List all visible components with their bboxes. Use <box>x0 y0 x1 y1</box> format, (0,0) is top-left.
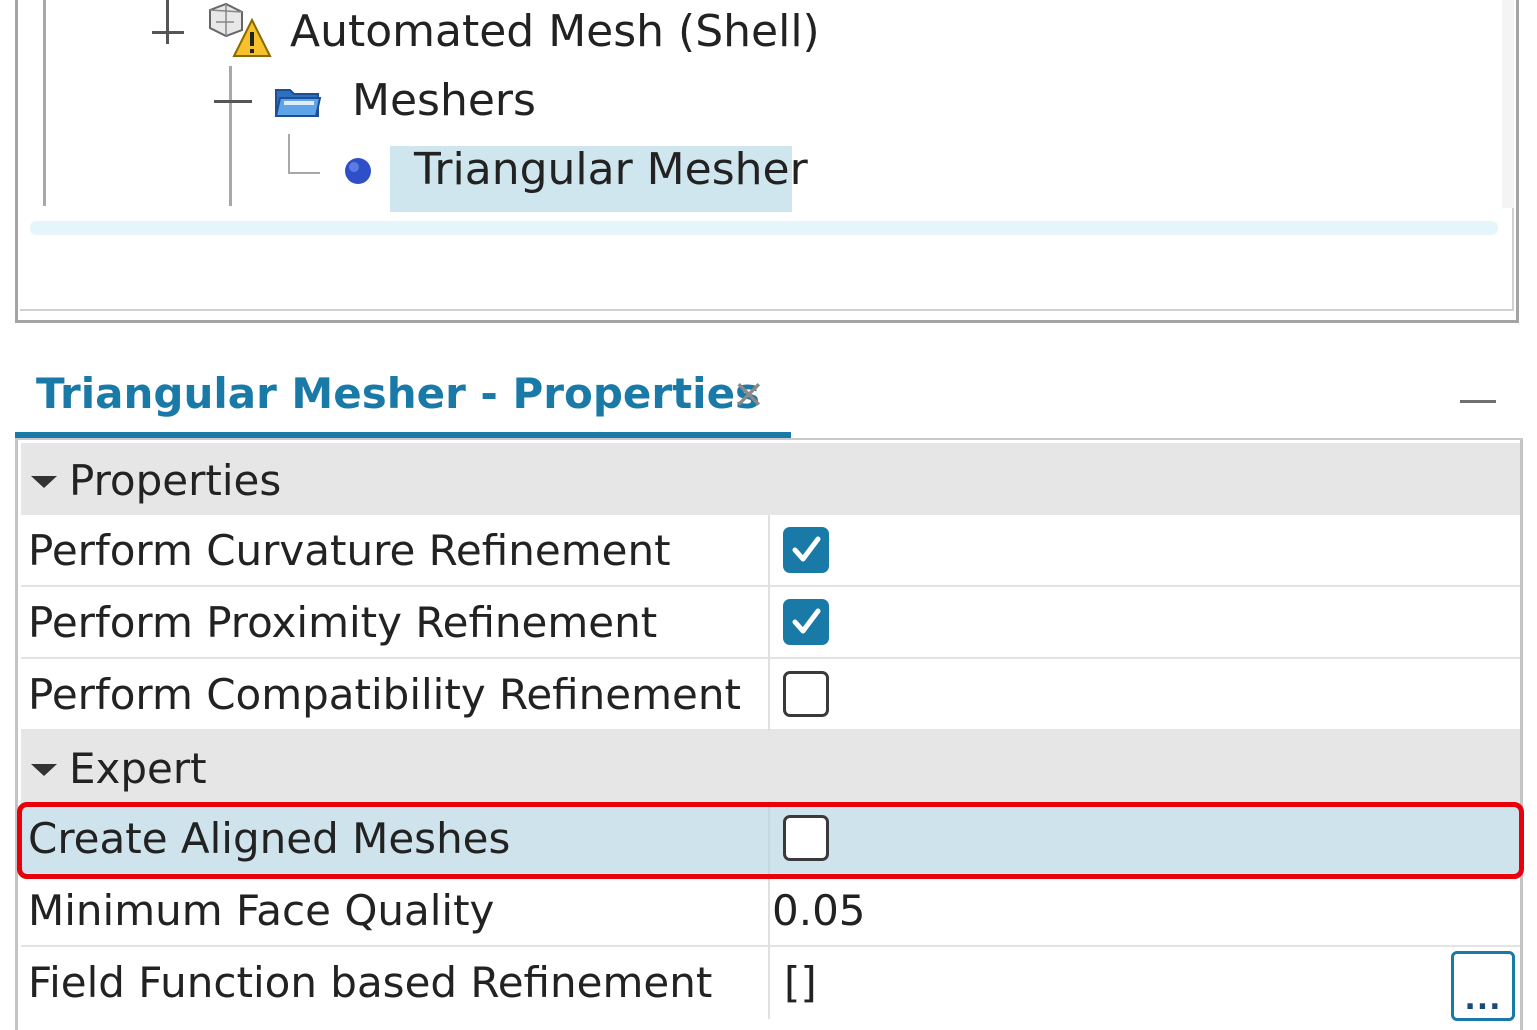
property-name: Perform Compatibility Refinement <box>28 670 741 719</box>
folder-icon <box>274 84 322 120</box>
tree-connector-line <box>166 0 169 44</box>
property-row[interactable]: Perform Compatibility Refinement <box>21 659 1520 731</box>
property-row[interactable]: Perform Curvature Refinement <box>21 515 1520 587</box>
minimum-face-quality-value[interactable]: 0.05 <box>772 875 866 947</box>
group-header-expert[interactable]: Expert <box>21 731 1520 803</box>
compatibility-refinement-checkbox[interactable] <box>783 671 829 717</box>
close-icon[interactable]: × <box>732 372 766 416</box>
ellipsis-button-label: ... <box>1464 982 1502 1017</box>
tree-connector-line <box>229 66 232 206</box>
property-row[interactable]: Field Function based Refinement [] <box>21 947 1520 1019</box>
column-divider <box>768 659 770 731</box>
properties-tab-title: Triangular Mesher - Properties <box>36 369 761 418</box>
annotation-highlight-box <box>17 802 1524 879</box>
column-divider <box>768 875 770 947</box>
group-label: Properties <box>69 456 282 505</box>
tree-item-label: Triangular Mesher <box>414 144 808 195</box>
tree-item-label: Automated Mesh (Shell) <box>290 6 820 57</box>
tree-horizontal-scrollbar[interactable] <box>30 221 1498 235</box>
collapse-arrow-icon[interactable] <box>31 764 57 776</box>
proximity-refinement-checkbox[interactable] <box>783 599 829 645</box>
group-label: Expert <box>69 744 207 793</box>
property-row[interactable]: Perform Proximity Refinement <box>21 587 1520 659</box>
property-name: Perform Curvature Refinement <box>28 526 671 575</box>
column-divider <box>768 587 770 659</box>
field-function-refinement-value[interactable]: [] <box>784 947 817 1019</box>
blue-dot-icon <box>343 156 373 186</box>
tree-item-label: Meshers <box>352 75 536 126</box>
mesh-operation-warning-icon <box>204 0 274 62</box>
checkmark-icon <box>792 608 821 634</box>
tree-connector-line <box>288 172 320 174</box>
tree-connector-line <box>214 100 252 103</box>
property-name: Field Function based Refinement <box>28 958 713 1007</box>
property-name: Perform Proximity Refinement <box>28 598 658 647</box>
column-divider <box>768 947 770 1019</box>
tree-vertical-scrollbar[interactable] <box>1502 0 1514 208</box>
collapse-arrow-icon[interactable] <box>31 476 57 488</box>
property-name: Minimum Face Quality <box>28 886 495 935</box>
checkmark-icon <box>792 536 821 562</box>
tree-connector-line <box>288 134 290 174</box>
tree-connector-line <box>43 0 46 206</box>
ellipsis-button[interactable]: ... <box>1451 951 1515 1021</box>
curvature-refinement-checkbox[interactable] <box>783 527 829 573</box>
properties-table: Properties Perform Curvature Refinement … <box>15 440 1523 1030</box>
column-divider <box>768 515 770 587</box>
property-row[interactable]: Minimum Face Quality 0.05 <box>21 875 1520 947</box>
minimize-icon[interactable] <box>1460 400 1496 403</box>
group-header-properties[interactable]: Properties <box>21 443 1520 515</box>
